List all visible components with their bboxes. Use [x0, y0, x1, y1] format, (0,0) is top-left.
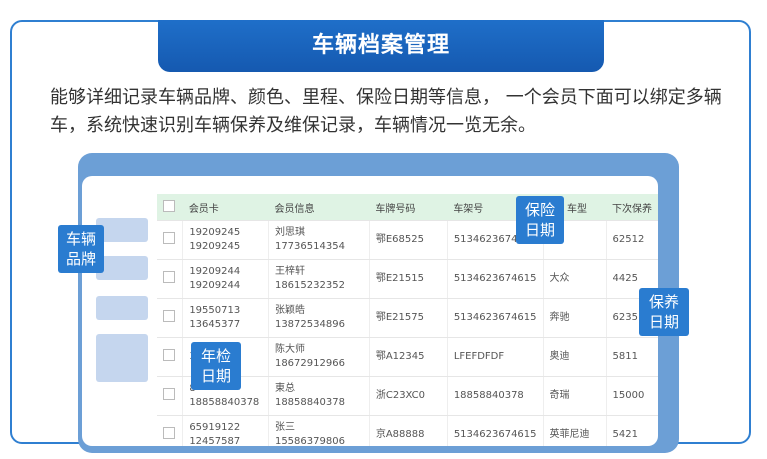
member-card-cell: 19209244 19209244	[182, 259, 269, 299]
insurance-date-tag: 保险 日期	[516, 196, 564, 244]
member-info-cell: 刘思琪 17736514354	[267, 220, 370, 260]
sidebar-block[interactable]	[96, 296, 148, 320]
column-header-member-info[interactable]: 会员信息	[268, 194, 370, 221]
vin-cell: LFEFDFDF	[446, 337, 544, 377]
member-info-cell: 张颖皓 13872534896	[267, 298, 370, 338]
member-info-cell: 東总 18858840378	[267, 376, 370, 416]
member-info-cell: 陈大师 18672912966	[267, 337, 370, 377]
member-card-cell: 19209245 19209245	[182, 220, 269, 260]
row-select-cell[interactable]	[157, 298, 183, 338]
vin-cell: 5134623674615	[446, 415, 544, 446]
brand-tag: 车辆 品牌	[58, 225, 104, 273]
table-row[interactable]: 19550713 13645377 张颖皓 13872534896 鄂E21575 513…	[157, 298, 658, 338]
row-select-cell[interactable]	[157, 337, 183, 377]
model-cell: 英菲尼迪	[542, 415, 606, 446]
column-header-card[interactable]: 会员卡	[182, 194, 269, 221]
table-header-row: 会员卡 会员信息 车牌号码 车架号 车型 下次保养	[157, 194, 658, 221]
row-checkbox[interactable]	[163, 348, 175, 361]
table-row[interactable]: 19209244 19209244 王梓轩 18615232352 鄂E21515 513…	[157, 259, 658, 299]
select-all-cell[interactable]	[157, 194, 183, 221]
row-checkbox[interactable]	[163, 426, 175, 439]
plate-cell: 鄂E68525	[368, 220, 448, 260]
member-card-cell: 65919122 12457587	[182, 415, 269, 446]
app-screen: 会员卡 会员信息 车牌号码 车架号 车型 下次保养 19209245 192092…	[82, 176, 658, 446]
model-cell: 奥迪	[542, 337, 606, 377]
vin-cell: 5134623674615	[446, 298, 544, 338]
row-checkbox[interactable]	[163, 309, 175, 322]
plate-cell: 鄂E21575	[368, 298, 448, 338]
maintenance-date-tag: 保养 日期	[639, 288, 689, 336]
plate-cell: 京A88888	[368, 415, 448, 446]
row-select-cell[interactable]	[157, 259, 183, 299]
vehicle-table: 会员卡 会员信息 车牌号码 车架号 车型 下次保养 19209245 192092…	[157, 194, 658, 446]
column-header-next-maintenance[interactable]: 下次保养	[606, 194, 658, 221]
vin-cell: 5134623674615	[446, 259, 544, 299]
next-maintenance-cell: 62512	[605, 220, 658, 260]
row-select-cell[interactable]	[157, 415, 183, 446]
column-header-plate[interactable]: 车牌号码	[369, 194, 448, 221]
vin-cell: 18858840378	[446, 376, 544, 416]
table-row[interactable]: 19209245 19209245 刘思琪 17736514354 鄂E68525 513…	[157, 220, 658, 260]
table-row[interactable]: 65919122 12457587 张三 15586379806 京A88888 5134…	[157, 415, 658, 446]
row-select-cell[interactable]	[157, 220, 183, 260]
next-maintenance-cell: 5421	[605, 415, 658, 446]
feature-description: 能够详细记录车辆品牌、颜色、里程、保险日期等信息， 一个会员下面可以绑定多辆车，…	[50, 87, 722, 136]
model-cell: 大众	[542, 259, 606, 299]
page-title: 车辆档案管理	[158, 20, 604, 72]
inspection-date-tag: 年检 日期	[191, 342, 241, 390]
plate-cell: 鄂A12345	[368, 337, 448, 377]
row-checkbox[interactable]	[163, 231, 175, 244]
member-card-cell: 19550713 13645377	[182, 298, 269, 338]
row-checkbox[interactable]	[163, 270, 175, 283]
row-checkbox[interactable]	[163, 387, 175, 400]
plate-cell: 鄂E21515	[368, 259, 448, 299]
model-cell: 奇瑞	[542, 376, 606, 416]
member-info-cell: 张三 15586379806	[267, 415, 370, 446]
sidebar-block[interactable]	[96, 334, 148, 382]
next-maintenance-cell: 15000	[605, 376, 658, 416]
next-maintenance-cell: 5811	[605, 337, 658, 377]
member-info-cell: 王梓轩 18615232352	[267, 259, 370, 299]
row-select-cell[interactable]	[157, 376, 183, 416]
select-all-checkbox[interactable]	[163, 199, 175, 212]
plate-cell: 浙C23XC0	[368, 376, 448, 416]
model-cell: 奔驰	[542, 298, 606, 338]
